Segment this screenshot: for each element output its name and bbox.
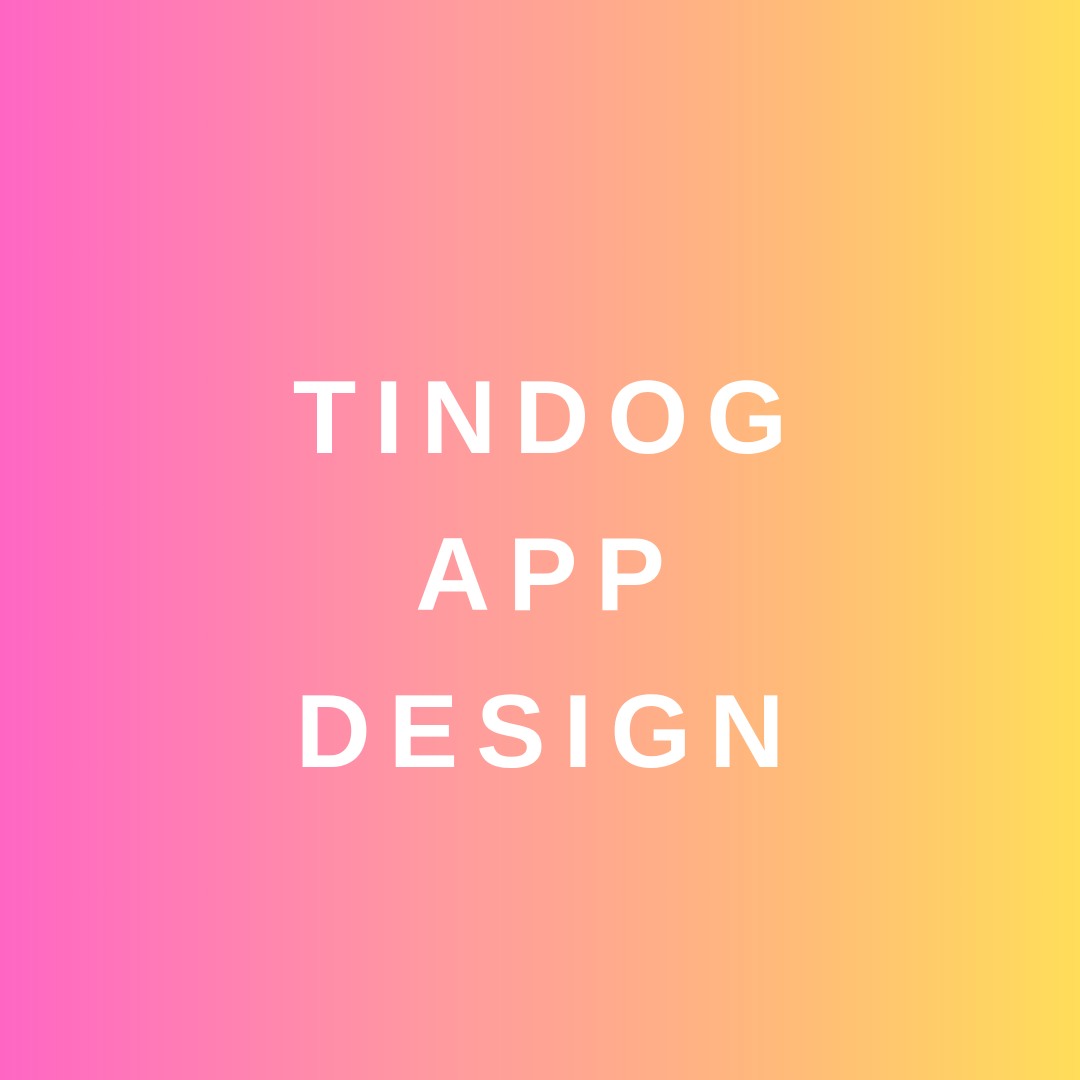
- gradient-background: TINDOG APP DESIGN: [0, 0, 1080, 1080]
- title-block: TINDOG APP DESIGN: [0, 340, 1080, 811]
- title-line-2: APP: [415, 517, 683, 633]
- title-line-1: TINDOG: [292, 360, 806, 476]
- title-line-3: DESIGN: [295, 674, 803, 790]
